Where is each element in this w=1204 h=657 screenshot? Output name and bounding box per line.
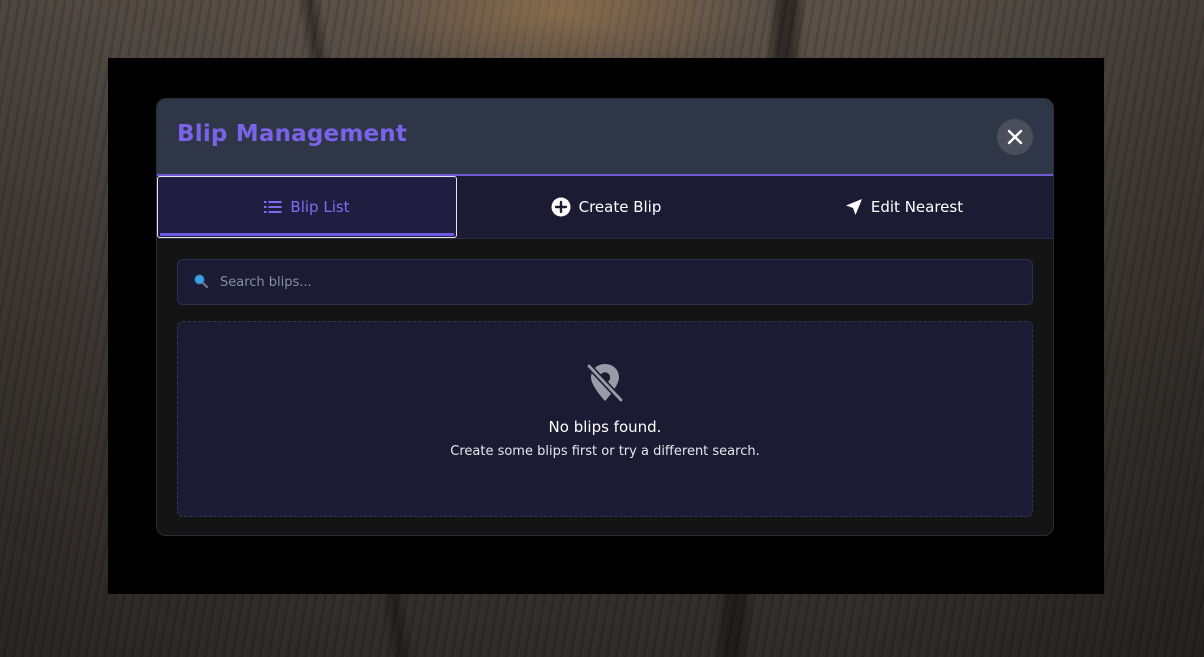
list-icon (264, 200, 282, 214)
empty-state-title: No blips found. (548, 418, 662, 436)
plus-circle-icon (551, 197, 571, 217)
modal-header: Blip Management (157, 99, 1053, 176)
empty-state: No blips found. Create some blips first … (177, 321, 1033, 517)
tab-edit-nearest[interactable]: Edit Nearest (755, 176, 1053, 238)
close-button[interactable] (997, 119, 1033, 155)
tab-label: Create Blip (578, 198, 662, 216)
search-icon (194, 273, 209, 292)
tab-label: Blip List (290, 198, 350, 216)
search-input[interactable] (218, 273, 1002, 291)
location-arrow-icon (845, 198, 863, 216)
blip-management-modal: Blip Management Blip List Create Blip Ed… (156, 98, 1054, 536)
map-marker-slash-icon (586, 363, 624, 403)
search-bar (177, 259, 1033, 305)
tab-bar: Blip List Create Blip Edit Nearest (157, 176, 1053, 239)
content-area: No blips found. Create some blips first … (177, 259, 1033, 517)
tab-create-blip[interactable]: Create Blip (457, 176, 755, 238)
nui-frame: Blip Management Blip List Create Blip Ed… (108, 58, 1104, 594)
tab-blip-list[interactable]: Blip List (157, 176, 457, 238)
tab-label: Edit Nearest (870, 198, 964, 216)
modal-title: Blip Management (177, 121, 408, 147)
empty-state-subtitle: Create some blips first or try a differe… (450, 444, 760, 459)
close-icon (1007, 129, 1023, 145)
